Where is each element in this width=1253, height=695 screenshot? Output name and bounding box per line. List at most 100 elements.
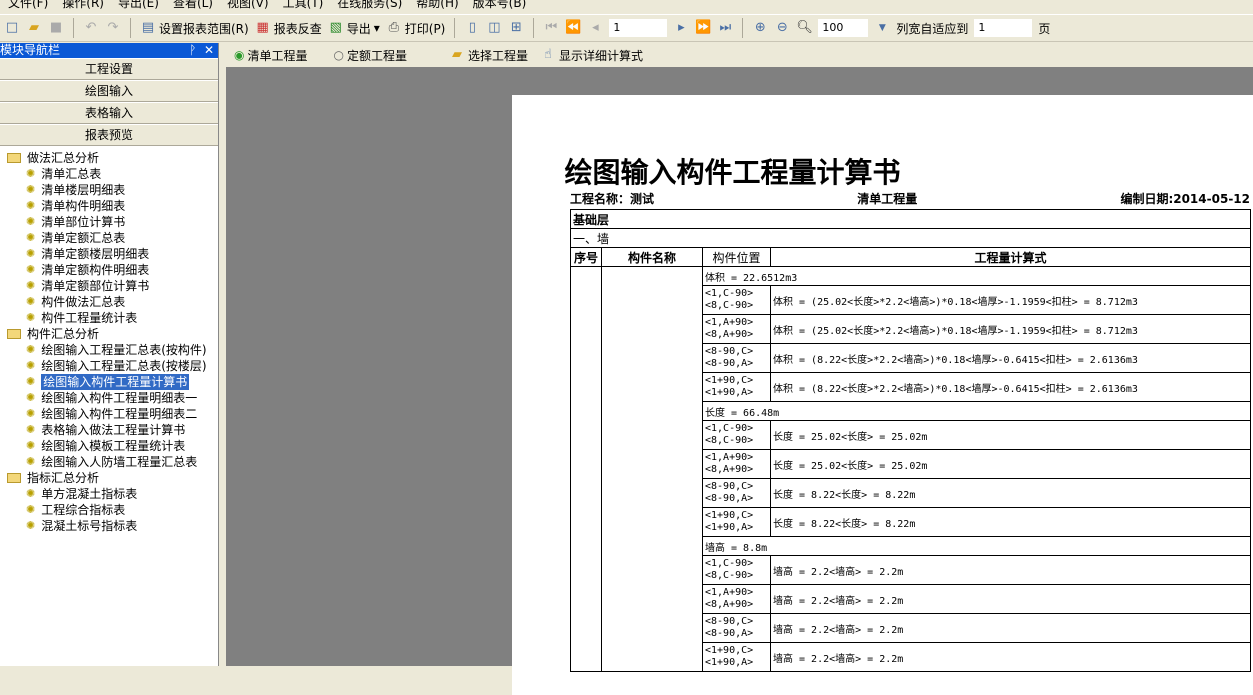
nav-button[interactable]: 工程设置	[0, 58, 218, 80]
last-page-icon[interactable]: ⏭	[717, 20, 733, 36]
report-icon: ✺	[26, 167, 36, 180]
pin-icon[interactable]: ᚹ	[189, 43, 196, 57]
report-icon: ✺	[26, 519, 36, 532]
report-icon: ✺	[26, 247, 36, 260]
calendar-icon: ▦	[256, 20, 269, 35]
page-input[interactable]: 1	[609, 19, 668, 37]
tree-folder[interactable]: 做法汇总分析	[0, 150, 218, 166]
page-unit-label: 页	[1038, 21, 1051, 36]
next-page-icon[interactable]: ▸	[673, 20, 689, 36]
close-icon[interactable]: ✕	[204, 43, 214, 57]
menu-item[interactable]: 工具(T)	[283, 0, 324, 12]
tree-item[interactable]: ✺ 绘图输入模板工程量统计表	[0, 438, 218, 454]
tree-item[interactable]: ✺ 清单构件明细表	[0, 198, 218, 214]
menu-item[interactable]: 帮助(H)	[416, 0, 458, 12]
tree-item[interactable]: ✺ 清单定额构件明细表	[0, 262, 218, 278]
report-icon: ✺	[26, 391, 36, 404]
tree-item[interactable]: ✺ 绘图输入构件工程量明细表一	[0, 390, 218, 406]
tree-item[interactable]: ✺ 绘图输入工程量汇总表(按楼层)	[0, 358, 218, 374]
magnifier-icon[interactable]: 🔍︎	[796, 20, 813, 36]
tree-folder[interactable]: 构件汇总分析	[0, 326, 218, 342]
prev-page-icon[interactable]: ◂	[587, 20, 603, 36]
menu-item[interactable]: 在线服务(S)	[337, 0, 402, 12]
menu-item[interactable]: 视图(V)	[227, 0, 269, 12]
tree-item[interactable]: ✺ 清单楼层明细表	[0, 182, 218, 198]
report-icon: ✺	[26, 455, 36, 468]
report-options-bar: ◉ 清单工程量 ○ 定额工程量 ▰ 选择工程量 ☝ 显示详细计算式	[226, 43, 1253, 67]
menu-item[interactable]: 操作(R)	[62, 0, 104, 12]
fit-pages-input[interactable]: 1	[974, 19, 1033, 37]
tree-item[interactable]: ✺ 清单汇总表	[0, 166, 218, 182]
tree-item[interactable]: ✺ 绘图输入工程量汇总表(按构件)	[0, 342, 218, 358]
tree-item[interactable]: ✺ 工程综合指标表	[0, 502, 218, 518]
print-button[interactable]: ⎙ 打印(P)	[386, 20, 446, 37]
col-header: 构件名称	[601, 247, 703, 267]
report-icon: ✺	[26, 503, 36, 516]
fit-label: 列宽自适应到	[896, 21, 969, 36]
floor-row: 基础层	[570, 209, 1251, 229]
tree-item[interactable]: ✺ 绘图输入构件工程量计算书	[0, 374, 218, 390]
tree-item[interactable]: ✺ 绘图输入人防墙工程量汇总表	[0, 454, 218, 470]
prev-fast-icon[interactable]: ⏪	[565, 20, 581, 36]
menu-item[interactable]: 版本号(B)	[473, 0, 527, 12]
report-icon: ✺	[26, 295, 36, 308]
tree-folder[interactable]: 指标汇总分析	[0, 470, 218, 486]
total-row: 体积 = 22.6512m3	[570, 266, 1251, 672]
tree-item[interactable]: ✺ 构件工程量统计表	[0, 310, 218, 326]
radio-bill-quantity[interactable]: ◉ 清单工程量	[234, 47, 308, 64]
two-page-icon[interactable]: ◫	[486, 20, 502, 36]
tree-item[interactable]: ✺ 清单部位计算书	[0, 214, 218, 230]
toolbar: □ ▰ ■ ↶ ↷ ▤ 设置报表范围(R) ▦ 报表反查 ▧ 导出 ▾ ⎙ 打印(P) …	[0, 14, 1253, 42]
zoom-out-icon[interactable]: ⊖	[774, 20, 790, 36]
report-icon: ✺	[26, 199, 36, 212]
tree-item[interactable]: ✺ 构件做法汇总表	[0, 294, 218, 310]
zoom-in-icon[interactable]: ⊕	[752, 20, 768, 36]
module-nav-panel: 模块导航栏 ᚹ ✕ 工程设置 绘图输入 表格输入 报表预览 做法汇总分析 ✺ 清单汇总表 ✺ 清…	[0, 43, 219, 666]
redo-icon[interactable]: ↷	[105, 20, 121, 36]
report-info: 工程名称：测试 清单工程量 编制日期:2014-05-12	[570, 192, 1250, 206]
report-table: 基础层 一、墙 序号 构件名称 构件位置 工程量计算式 体积 = 22.6512…	[570, 209, 1251, 672]
nav-button[interactable]: 表格输入	[0, 102, 218, 124]
report-icon: ✺	[26, 231, 36, 244]
choose-quantity-button[interactable]: ▰ 选择工程量	[449, 47, 528, 64]
report-preview-area: ◉ 清单工程量 ○ 定额工程量 ▰ 选择工程量 ☝ 显示详细计算式 绘图输入构件工程…	[226, 43, 1253, 695]
show-detail-button[interactable]: ☝ 显示详细计算式	[540, 47, 643, 64]
folder-icon	[7, 473, 21, 483]
menu-item[interactable]: 文件(F)	[8, 0, 48, 12]
report-icon: ✺	[26, 263, 36, 276]
tree-item[interactable]: ✺ 单方混凝土指标表	[0, 486, 218, 502]
tree-item[interactable]: ✺ 混凝土标号指标表	[0, 518, 218, 534]
save-icon[interactable]: ■	[48, 20, 64, 36]
report-icon: ✺	[26, 359, 36, 372]
nav-button[interactable]: 绘图输入	[0, 80, 218, 102]
single-page-icon[interactable]: ▯	[464, 20, 480, 36]
nav-title-bar: 模块导航栏 ᚹ ✕	[0, 43, 218, 58]
menu-item[interactable]: 导出(E)	[118, 0, 159, 12]
next-fast-icon[interactable]: ⏩	[695, 20, 711, 36]
report-icon: ✺	[26, 183, 36, 196]
menu-bar: 文件(F) 操作(R) 导出(E) 查看(L) 视图(V) 工具(T) 在线服务(S) 帮助(…	[0, 0, 1253, 12]
tree-item[interactable]: ✺ 表格输入做法工程量计算书	[0, 422, 218, 438]
col-header: 构件位置	[702, 247, 771, 267]
tree-item[interactable]: ✺ 清单定额汇总表	[0, 230, 218, 246]
new-icon[interactable]: □	[4, 20, 20, 36]
radio-quota-quantity[interactable]: ○ 定额工程量	[334, 47, 408, 64]
report-icon: ✺	[26, 279, 36, 292]
col-header: 序号	[570, 247, 602, 267]
report-icon: ✺	[26, 375, 36, 388]
export-button[interactable]: ▧ 导出 ▾	[328, 20, 380, 37]
report-icon: ✺	[26, 407, 36, 420]
set-range-button[interactable]: ▤ 设置报表范围(R)	[140, 20, 249, 37]
tree-item[interactable]: ✺ 绘图输入构件工程量明细表二	[0, 406, 218, 422]
tree-item[interactable]: ✺ 清单定额楼层明细表	[0, 246, 218, 262]
nav-button[interactable]: 报表预览	[0, 124, 218, 146]
open-icon[interactable]: ▰	[26, 20, 42, 36]
chevron-down-icon[interactable]: ▼	[874, 20, 890, 36]
zoom-select[interactable]: 100	[818, 19, 869, 37]
reverse-check-button[interactable]: ▦ 报表反查	[255, 20, 322, 37]
tree-item[interactable]: ✺ 清单定额部位计算书	[0, 278, 218, 294]
menu-item[interactable]: 查看(L)	[173, 0, 213, 12]
first-page-icon[interactable]: ⏮	[543, 20, 559, 36]
multi-page-icon[interactable]: ⊞	[508, 20, 524, 36]
undo-icon[interactable]: ↶	[83, 20, 99, 36]
